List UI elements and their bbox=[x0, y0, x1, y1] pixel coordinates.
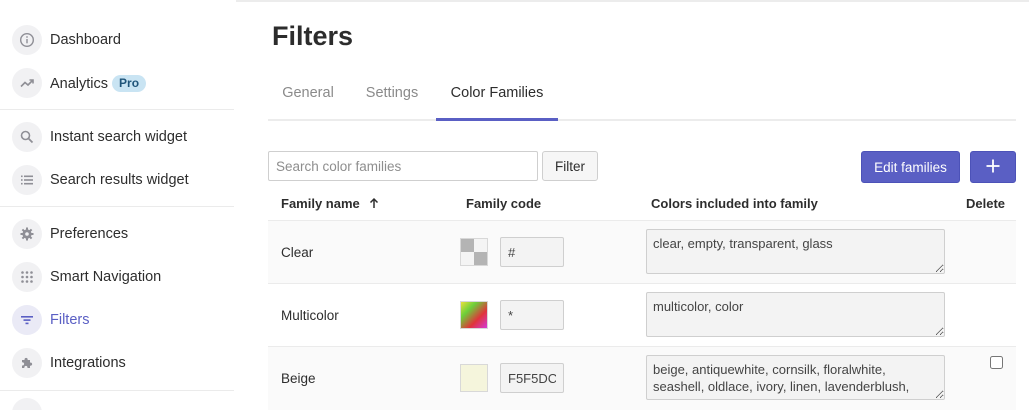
sidebar-item-filters[interactable]: Filters bbox=[0, 302, 236, 338]
sidebar-item-partial[interactable] bbox=[0, 398, 236, 410]
sidebar-item-label: Preferences bbox=[50, 226, 129, 242]
sidebar-item-label: Dashboard bbox=[50, 32, 121, 48]
sidebar-item-search-results-widget[interactable]: Search results widget bbox=[0, 162, 236, 198]
page-title: Filters bbox=[272, 21, 354, 51]
plus-icon bbox=[985, 158, 1001, 177]
gear-icon bbox=[12, 219, 42, 249]
sidebar-divider bbox=[0, 206, 234, 207]
column-header-label: Family name bbox=[281, 196, 360, 211]
sidebar-item-label: Filters bbox=[50, 312, 90, 328]
column-header-delete: Delete bbox=[966, 196, 1006, 211]
tab-color-families[interactable]: Color Families bbox=[436, 74, 558, 121]
search-icon bbox=[12, 122, 42, 152]
sidebar-item-label: Analytics Pro bbox=[50, 74, 147, 92]
color-swatch-multicolor[interactable] bbox=[460, 301, 488, 329]
list-icon bbox=[12, 165, 42, 195]
trending-up-icon bbox=[12, 68, 42, 98]
filter-icon bbox=[12, 305, 42, 335]
search-input[interactable] bbox=[268, 151, 538, 181]
family-code-input[interactable] bbox=[500, 237, 564, 267]
more-icon bbox=[12, 398, 42, 410]
add-family-button[interactable] bbox=[970, 151, 1016, 183]
colors-textarea[interactable]: beige, antiquewhite, cornsilk, floralwhi… bbox=[646, 355, 945, 400]
column-header-family-code: Family code bbox=[466, 196, 542, 211]
sidebar: Dashboard Analytics Pro Instant search wi… bbox=[0, 0, 236, 410]
analytics-label: Analytics bbox=[50, 75, 109, 92]
sidebar-item-label: Integrations bbox=[50, 355, 126, 371]
filter-button[interactable]: Filter bbox=[542, 151, 598, 181]
table-row: Multicolor multicolor, color bbox=[268, 283, 1016, 346]
family-code-input[interactable] bbox=[500, 363, 564, 393]
column-header-family-name[interactable]: Family name bbox=[281, 196, 379, 212]
sidebar-divider bbox=[0, 390, 234, 391]
tab-bar: General Settings Color Families bbox=[268, 74, 1016, 121]
sidebar-item-label: Search results widget bbox=[50, 172, 189, 188]
info-icon bbox=[12, 25, 42, 55]
sidebar-item-preferences[interactable]: Preferences bbox=[0, 216, 236, 252]
delete-checkbox[interactable] bbox=[990, 356, 1003, 369]
puzzle-icon bbox=[12, 348, 42, 378]
sidebar-divider bbox=[0, 109, 234, 110]
family-name-cell: Multicolor bbox=[281, 308, 339, 323]
tab-settings[interactable]: Settings bbox=[352, 74, 432, 121]
sidebar-item-dashboard[interactable]: Dashboard bbox=[0, 22, 236, 58]
sidebar-item-smart-navigation[interactable]: Smart Navigation bbox=[0, 259, 236, 295]
colors-textarea[interactable]: clear, empty, transparent, glass bbox=[646, 229, 945, 274]
family-name-cell: Clear bbox=[281, 245, 314, 260]
sidebar-item-label: Instant search widget bbox=[50, 129, 188, 145]
colors-textarea[interactable]: multicolor, color bbox=[646, 292, 945, 337]
sidebar-item-instant-search-widget[interactable]: Instant search widget bbox=[0, 119, 236, 155]
color-swatch-beige[interactable] bbox=[460, 364, 488, 392]
grid-icon bbox=[12, 262, 42, 292]
pro-badge: Pro bbox=[112, 74, 147, 92]
sidebar-item-integrations[interactable]: Integrations bbox=[0, 345, 236, 381]
arrow-up-icon bbox=[369, 197, 379, 212]
sidebar-item-analytics[interactable]: Analytics Pro bbox=[0, 65, 236, 101]
column-header-colors: Colors included into family bbox=[651, 196, 818, 211]
table-row: Clear clear, empty, transparent, glass bbox=[268, 220, 1016, 283]
color-swatch-transparent[interactable] bbox=[460, 238, 488, 266]
family-name-cell: Beige bbox=[281, 371, 316, 386]
tab-general[interactable]: General bbox=[268, 74, 348, 121]
sidebar-item-label: Smart Navigation bbox=[50, 269, 162, 285]
table-row: Beige beige, antiquewhite, cornsilk, flo… bbox=[268, 346, 1016, 410]
edit-families-button[interactable]: Edit families bbox=[861, 151, 960, 183]
family-code-input[interactable] bbox=[500, 300, 564, 330]
